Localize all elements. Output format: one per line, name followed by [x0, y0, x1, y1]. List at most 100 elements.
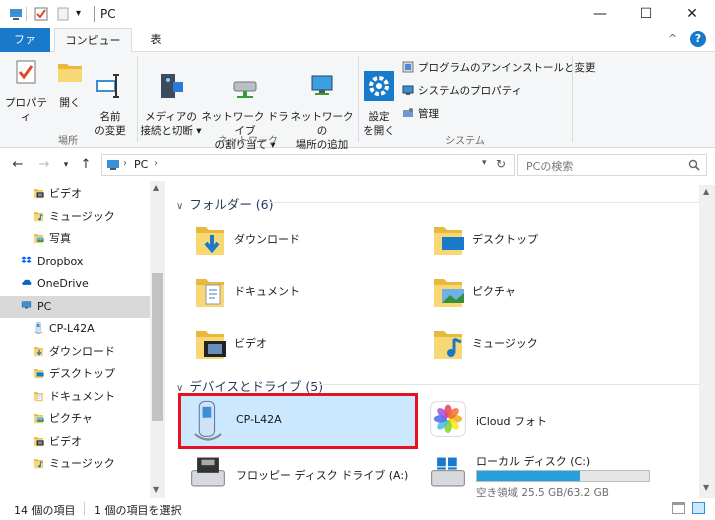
- nav-item[interactable]: ピクチャ: [0, 408, 150, 430]
- search-icon[interactable]: [688, 159, 700, 171]
- downloads-folder-icon: [196, 227, 224, 255]
- ribbon: プロパティ 開く 名前 の変更 場所 メディアの 接続と切断 ▾ ネットワーク …: [0, 52, 715, 151]
- device-tile-label: CP-L42A: [236, 413, 282, 426]
- desktop-folder-icon: [434, 227, 464, 255]
- search-box[interactable]: PCの検索: [517, 154, 707, 176]
- pictures-folder-icon: [434, 279, 464, 307]
- video-folder-icon: [34, 189, 44, 199]
- nav-item[interactable]: ミュージック: [0, 453, 150, 475]
- device-icon: [34, 322, 43, 334]
- nav-item[interactable]: CP-L42A: [0, 318, 150, 340]
- scroll-up-icon[interactable]: ▲: [153, 183, 159, 192]
- content-scrollbar[interactable]: ▲ ▼: [699, 185, 715, 498]
- nav-item[interactable]: デスクトップ: [0, 363, 150, 385]
- breadcrumb-separator-icon[interactable]: ›: [123, 158, 127, 169]
- forward-button[interactable]: →: [34, 155, 54, 175]
- device-tile[interactable]: iCloud フォト: [420, 395, 656, 447]
- refresh-icon[interactable]: ↻: [496, 157, 506, 171]
- manage-button[interactable]: 管理: [402, 104, 439, 124]
- tab-file[interactable]: ファイル: [0, 28, 50, 70]
- breadcrumb-chevron-icon[interactable]: ›: [154, 158, 158, 169]
- device-tile[interactable]: フロッピー ディスク ドライブ (A:): [180, 449, 416, 501]
- device-icon: [194, 400, 222, 441]
- scroll-down-icon[interactable]: ▼: [153, 485, 159, 494]
- tab-view[interactable]: 表示: [136, 28, 176, 70]
- folder-tile[interactable]: ドキュメント: [192, 269, 412, 313]
- nav-item[interactable]: Dropbox: [0, 251, 150, 273]
- pc-icon: [21, 300, 32, 309]
- manage-label: 管理: [418, 108, 439, 120]
- device-tile[interactable]: ローカル ディスク (C:) 空き領域 25.5 GB/63.2 GB: [420, 449, 656, 501]
- collapse-chevron-icon[interactable]: ∨: [176, 383, 183, 394]
- help-icon[interactable]: ?: [690, 31, 706, 47]
- nav-item-label: ミュージック: [49, 209, 115, 223]
- nav-item[interactable]: ダウンロード: [0, 341, 150, 363]
- collapse-chevron-icon[interactable]: ∨: [176, 201, 183, 212]
- floppy-drive-icon: [191, 457, 225, 487]
- downloads-folder-icon: [34, 346, 43, 356]
- local-disk-icon: [431, 457, 465, 487]
- folder-tile-label: ダウンロード: [234, 233, 300, 246]
- properties-quick-icon[interactable]: [33, 6, 49, 22]
- nav-item-label: ダウンロード: [49, 344, 115, 358]
- folder-tile[interactable]: デスクトップ: [430, 217, 650, 261]
- folder-tile-label: デスクトップ: [472, 233, 538, 246]
- folder-tile[interactable]: ピクチャ: [430, 269, 650, 313]
- ribbon-tabs: ファイル コンピューター 表示 ^ ?: [0, 28, 715, 71]
- nav-item-label: PC: [37, 299, 52, 313]
- nav-item[interactable]: ビデオ: [0, 183, 150, 205]
- network-drive-icon: [233, 81, 257, 98]
- quick-access-dropdown-icon[interactable]: ▾: [76, 6, 81, 22]
- nav-item-label: CP-L42A: [49, 322, 95, 335]
- nav-pane-scrollbar[interactable]: ▲ ▼: [150, 181, 165, 498]
- new-folder-quick-icon[interactable]: [55, 6, 71, 22]
- pc-small-icon[interactable]: [8, 6, 24, 22]
- device-tile[interactable]: CP-L42A: [178, 393, 418, 449]
- folders-group-header[interactable]: ∨ フォルダー (6): [176, 194, 274, 213]
- recent-locations-icon[interactable]: ▾: [56, 155, 76, 175]
- nav-pane-scroll-thumb[interactable]: [152, 273, 163, 421]
- nav-item[interactable]: 写真: [0, 228, 150, 250]
- tab-computer[interactable]: コンピューター: [54, 28, 132, 71]
- nav-item-label: Dropbox: [37, 254, 84, 268]
- open-button[interactable]: 開く: [52, 56, 88, 110]
- nav-item[interactable]: OneDrive: [0, 273, 150, 295]
- uninstall-program-button[interactable]: プログラムのアンインストールと変更: [402, 58, 596, 78]
- up-button[interactable]: ↑: [76, 155, 96, 175]
- tiles-view-icon[interactable]: [692, 502, 705, 514]
- pictures-folder-icon: [34, 234, 44, 244]
- documents-folder-icon: [196, 279, 224, 307]
- address-dropdown-icon[interactable]: ▾: [482, 158, 487, 168]
- maximize-button[interactable]: ☐: [623, 0, 669, 28]
- breadcrumb-pc[interactable]: PC: [134, 158, 148, 171]
- folder-tile-label: ミュージック: [472, 337, 538, 350]
- nav-item-label: ミュージック: [49, 457, 115, 470]
- group-label-system: システム: [445, 136, 485, 147]
- devices-group-header[interactable]: ∨ デバイスとドライブ (5): [176, 376, 323, 395]
- nav-item[interactable]: ミュージック: [0, 206, 150, 228]
- address-bar[interactable]: › PC › ▾ ↻: [101, 154, 515, 176]
- pc-small-icon: [107, 160, 119, 170]
- search-input[interactable]: PCの検索: [526, 158, 573, 174]
- folder-tile[interactable]: ダウンロード: [192, 217, 412, 261]
- item-count: 14 個の項目: [14, 504, 76, 517]
- scroll-up-icon[interactable]: ▲: [703, 187, 709, 196]
- minimize-button[interactable]: —: [577, 0, 623, 28]
- device-tile-label: ローカル ディスク (C:): [476, 455, 591, 468]
- close-button[interactable]: ✕: [669, 0, 715, 28]
- properties-button[interactable]: プロパティ: [4, 56, 48, 124]
- collapse-ribbon-icon[interactable]: ^: [668, 32, 677, 45]
- nav-item[interactable]: ビデオ: [0, 431, 150, 453]
- nav-item-label: ピクチャ: [49, 412, 93, 425]
- scroll-down-icon[interactable]: ▼: [703, 483, 709, 492]
- back-button[interactable]: ←: [8, 155, 28, 175]
- nav-item[interactable]: PC: [0, 295, 150, 318]
- folder-tile[interactable]: ミュージック: [430, 321, 650, 365]
- folder-tile[interactable]: ビデオ: [192, 321, 412, 365]
- video-folder-icon: [34, 436, 44, 446]
- music-folder-icon: [34, 211, 43, 221]
- details-view-icon[interactable]: [672, 502, 685, 514]
- group-label-network: ネットワーク: [218, 136, 278, 147]
- system-properties-button[interactable]: システムのプロパティ: [402, 81, 522, 101]
- nav-item[interactable]: ドキュメント: [0, 386, 150, 408]
